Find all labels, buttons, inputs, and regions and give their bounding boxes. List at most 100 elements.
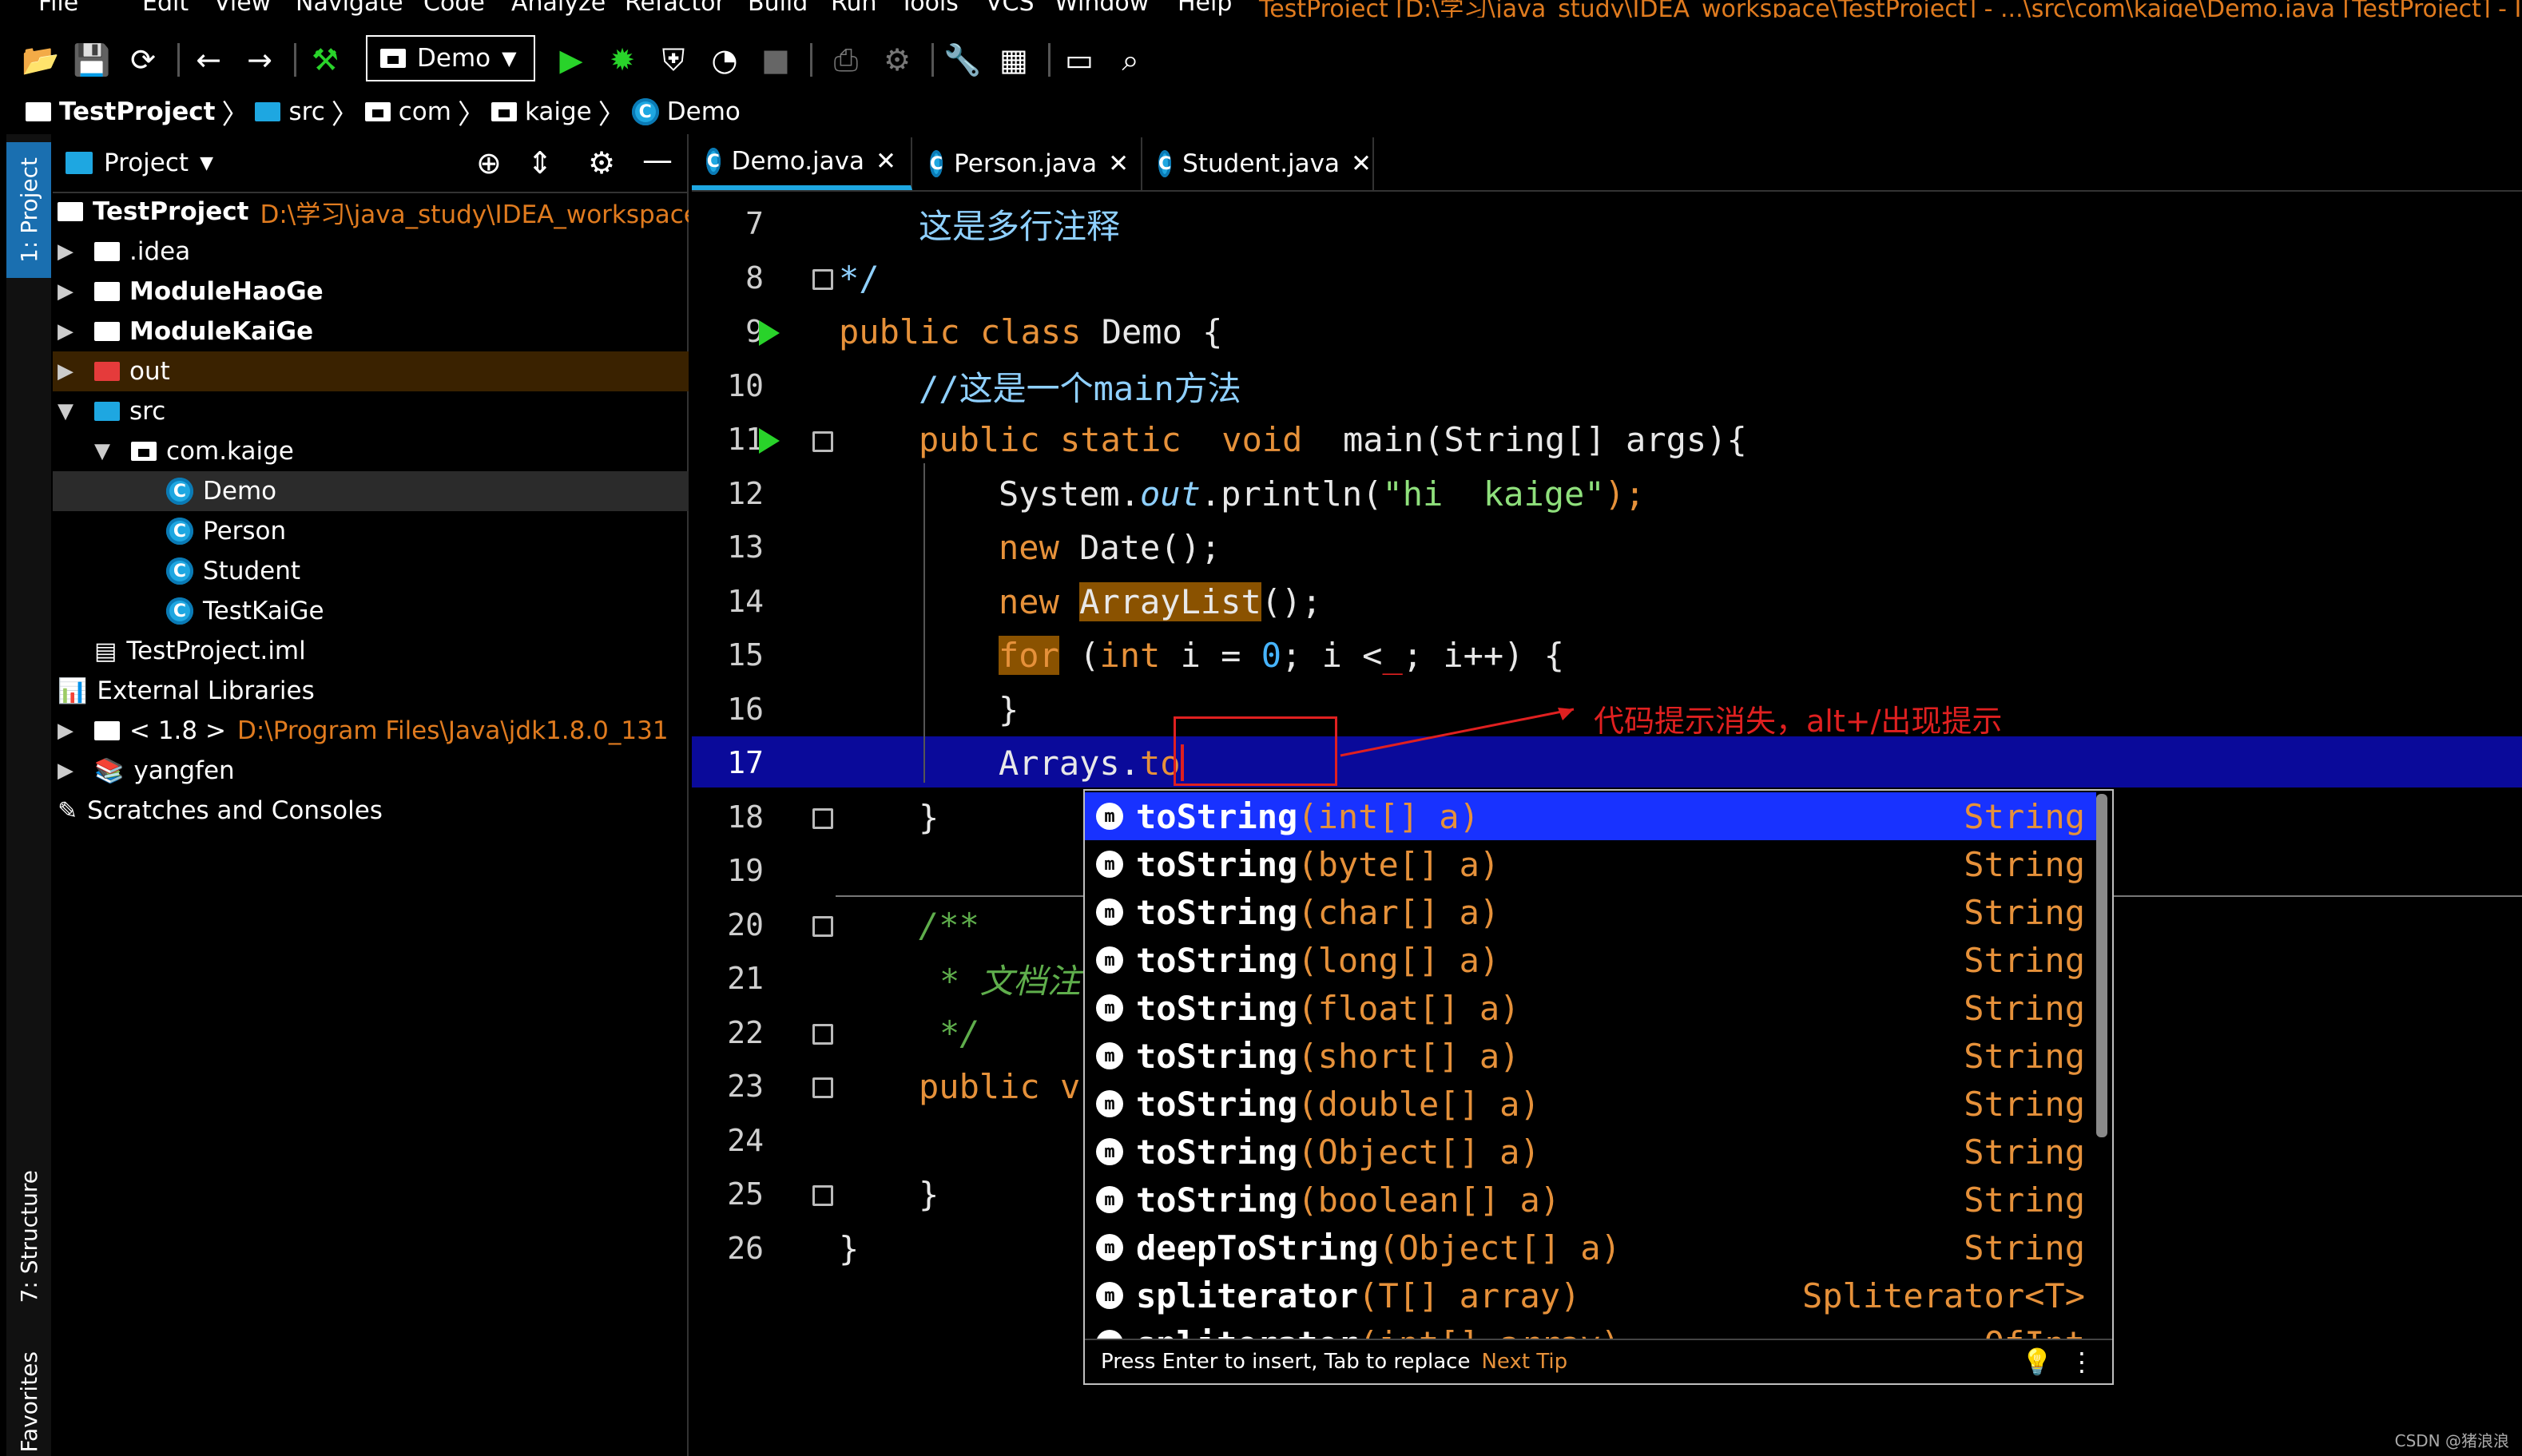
- fold-marker-icon[interactable]: [812, 808, 833, 829]
- breadcrumb-item-com[interactable]: com: [364, 97, 451, 126]
- tab-favorites-tool[interactable]: Favorites: [6, 1348, 51, 1456]
- menu-file[interactable]: File: [38, 0, 78, 17]
- completion-item[interactable]: m toString (double[] a) String: [1085, 1080, 2096, 1128]
- tab-structure-tool[interactable]: 7: Structure: [6, 1156, 51, 1316]
- tree-item-modulekaige[interactable]: ▶ ModuleKaiGe: [53, 311, 689, 351]
- tree-item-jdk[interactable]: ▶ < 1.8 > D:\Program Files\Java\jdk1.8.0…: [53, 711, 689, 751]
- menu-run[interactable]: Run: [831, 0, 877, 17]
- coverage-icon[interactable]: ⛨: [653, 40, 693, 80]
- run-class-icon[interactable]: [759, 320, 780, 346]
- tab-person-java[interactable]: C Person.java ✕: [915, 137, 1142, 190]
- project-view-selector[interactable]: Project ▼: [66, 149, 213, 177]
- popup-scrollbar[interactable]: [2096, 794, 2107, 1137]
- run-icon[interactable]: ▶: [551, 40, 591, 80]
- tree-item-src[interactable]: ▼ src: [53, 391, 689, 431]
- build-hammer-icon[interactable]: ⚒: [305, 40, 345, 80]
- save-icon[interactable]: 💾: [72, 40, 112, 80]
- menu-build[interactable]: Build: [748, 0, 808, 17]
- gear-icon[interactable]: ⚙: [588, 145, 615, 181]
- completion-item[interactable]: m toString (boolean[] a) String: [1085, 1176, 2096, 1224]
- folder-icon: [94, 242, 120, 261]
- completion-item[interactable]: m toString (short[] a) String: [1085, 1032, 2096, 1080]
- tree-item-out[interactable]: ▶ out: [53, 351, 689, 391]
- terminal-icon[interactable]: ▭: [1059, 40, 1099, 80]
- code-text: Arrays.: [999, 743, 1141, 783]
- tree-item-yangfen[interactable]: ▶ 📚 yangfen: [53, 751, 689, 791]
- run-main-icon[interactable]: [759, 428, 780, 454]
- completion-item[interactable]: m spliterator (T[] array) Spliterator<T>: [1085, 1272, 2096, 1319]
- tree-item-student[interactable]: C Student: [53, 551, 689, 591]
- tab-project-tool[interactable]: 1: Project: [6, 142, 51, 278]
- tree-item-modulehaoge[interactable]: ▶ ModuleHaoGe: [53, 272, 689, 311]
- completion-item[interactable]: m toString (int[] a) String: [1085, 792, 2096, 840]
- class-icon: C: [166, 518, 193, 545]
- fold-marker-icon[interactable]: [812, 1077, 833, 1098]
- menu-vcs[interactable]: VCS: [986, 0, 1035, 17]
- project-structure-icon[interactable]: ▦: [994, 40, 1034, 80]
- menu-navigate[interactable]: Navigate: [296, 0, 403, 17]
- run-configuration-select[interactable]: Demo ▼: [366, 35, 535, 81]
- completion-item[interactable]: m toString (byte[] a) String: [1085, 840, 2096, 888]
- tree-item-com-kaige[interactable]: ▼ com.kaige: [53, 431, 689, 471]
- fold-marker-icon[interactable]: [812, 916, 833, 937]
- tab-demo-java[interactable]: C Demo.java ✕: [692, 137, 912, 190]
- attach-icon[interactable]: ⎙: [826, 40, 866, 80]
- breadcrumb-item-kaige[interactable]: kaige: [490, 97, 592, 126]
- tree-item-scratches[interactable]: ✎ Scratches and Consoles: [53, 791, 689, 831]
- method-icon: m: [1096, 1282, 1123, 1309]
- tree-item-testproject-iml[interactable]: ▤ TestProject.iml: [53, 631, 689, 671]
- tree-item-demo[interactable]: C Demo: [53, 471, 689, 511]
- menu-analyze[interactable]: Analyze: [511, 0, 606, 17]
- menu-help[interactable]: Help: [1178, 0, 1232, 17]
- collapse-all-icon[interactable]: ⇕: [527, 145, 553, 181]
- code-line-17[interactable]: Arrays. to: [836, 739, 1184, 787]
- menu-view[interactable]: View: [214, 0, 271, 17]
- sync-icon[interactable]: ⟳: [123, 40, 163, 80]
- profile-icon[interactable]: ◔: [705, 40, 745, 80]
- debug-bug-icon[interactable]: ✹: [602, 40, 642, 80]
- close-icon[interactable]: ✕: [876, 147, 896, 176]
- lightbulb-icon[interactable]: 💡: [2021, 1347, 2053, 1377]
- class-icon: C: [166, 597, 193, 625]
- next-tip-link[interactable]: Next Tip: [1481, 1350, 1567, 1374]
- deploy-icon[interactable]: ⚙: [877, 40, 917, 80]
- open-folder-icon[interactable]: 📂: [21, 40, 61, 80]
- breadcrumb-item-demo[interactable]: C Demo: [631, 97, 741, 126]
- menu-code[interactable]: Code: [423, 0, 485, 17]
- tab-student-java[interactable]: C Student.java ✕: [1144, 137, 1374, 190]
- breadcrumb-item-src[interactable]: src: [255, 97, 325, 126]
- menu-window[interactable]: Window: [1054, 0, 1149, 17]
- project-panel: Project ▼ ⊕ ⇕ ⚙ — ▼ TestProject D:\学习\ja…: [53, 134, 689, 1456]
- completion-item[interactable]: m deepToString (Object[] a) String: [1085, 1224, 2096, 1272]
- breadcrumb-label: com: [398, 97, 451, 126]
- tree-item-testkaige[interactable]: C TestKaiGe: [53, 591, 689, 631]
- search-icon[interactable]: ⌕: [1110, 40, 1150, 80]
- menu-refactor[interactable]: Refactor: [625, 0, 725, 17]
- wrench-settings-icon[interactable]: 🔧: [943, 40, 983, 80]
- fold-marker-icon[interactable]: [812, 269, 833, 290]
- close-icon[interactable]: ✕: [1351, 149, 1372, 178]
- breadcrumb-item-testproject[interactable]: TestProject: [26, 97, 215, 126]
- forward-icon[interactable]: →: [240, 40, 280, 80]
- tree-item-idea[interactable]: ▶ .idea: [53, 232, 689, 272]
- fold-marker-icon[interactable]: [812, 1024, 833, 1045]
- menu-tools[interactable]: Tools: [900, 0, 959, 17]
- fold-marker-icon[interactable]: [812, 1185, 833, 1206]
- source-folder-icon: [94, 402, 120, 421]
- tree-item-person[interactable]: C Person: [53, 511, 689, 551]
- class-icon: C: [930, 150, 943, 177]
- back-icon[interactable]: ←: [189, 40, 228, 80]
- locate-crosshair-icon[interactable]: ⊕: [476, 145, 502, 181]
- tree-item-external-libraries[interactable]: 📊 External Libraries: [53, 671, 689, 711]
- tree-item-testproject[interactable]: ▼ TestProject D:\学习\java_study\IDEA_work…: [53, 192, 689, 232]
- completion-item[interactable]: m toString (char[] a) String: [1085, 888, 2096, 936]
- more-options-icon[interactable]: ⋮: [2069, 1347, 2095, 1377]
- completion-item[interactable]: m toString (long[] a) String: [1085, 936, 2096, 984]
- completion-item[interactable]: m toString (Object[] a) String: [1085, 1128, 2096, 1176]
- completion-item[interactable]: m toString (float[] a) String: [1085, 984, 2096, 1032]
- fold-marker-icon[interactable]: [812, 431, 833, 452]
- close-icon[interactable]: ✕: [1108, 149, 1129, 178]
- hide-panel-icon[interactable]: —: [642, 142, 673, 177]
- stop-icon[interactable]: ■: [756, 40, 796, 80]
- menu-edit[interactable]: Edit: [142, 0, 189, 17]
